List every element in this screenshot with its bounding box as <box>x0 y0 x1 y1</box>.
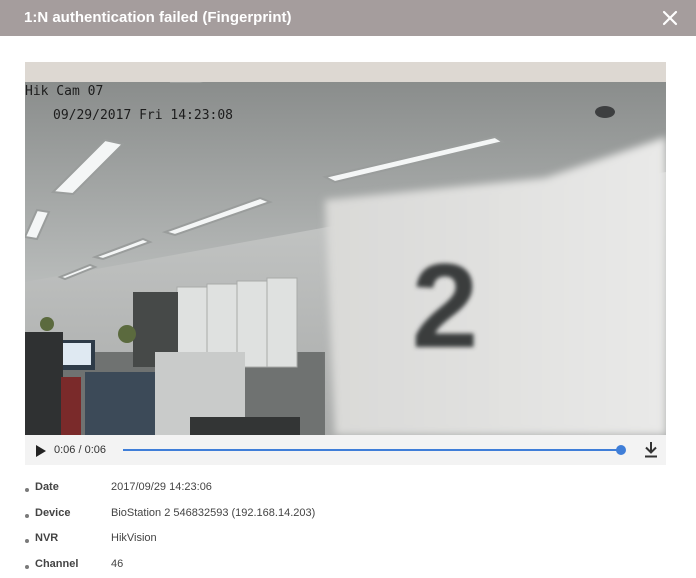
detail-row-nvr: NVR HikVision <box>25 530 666 556</box>
progress-thumb[interactable] <box>616 445 626 455</box>
detail-value: HikVision <box>111 532 157 545</box>
dialog-header: 1:N authentication failed (Fingerprint) <box>0 0 696 36</box>
camera-snapshot: 2 Hik Cam 07 09/29/2017 Fri 14:23:08 <box>25 82 666 435</box>
detail-value: 2017/09/29 14:23:06 <box>111 481 212 493</box>
detail-label: Date <box>35 481 59 493</box>
event-details: Date 2017/09/29 14:23:06 Device BioStati… <box>25 479 666 578</box>
detail-row-date: Date 2017/09/29 14:23:06 <box>25 479 666 505</box>
play-icon[interactable] <box>35 444 47 457</box>
video-controls: 0:06 / 0:06 <box>25 435 666 465</box>
dialog-title: 1:N authentication failed (Fingerprint) <box>24 9 292 26</box>
camera-timestamp-overlay: 09/29/2017 Fri 14:23:08 <box>53 108 233 123</box>
progress-bar[interactable] <box>123 445 626 455</box>
detail-row-channel: Channel 46 <box>25 556 666 578</box>
detail-value: 46 <box>111 557 124 570</box>
close-icon[interactable] <box>660 8 680 28</box>
camera-name-overlay: Hik Cam 07 <box>25 84 103 99</box>
time-display: 0:06 / 0:06 <box>54 444 106 456</box>
detail-label: Channel <box>35 557 79 570</box>
video-player[interactable]: 2 Hik Cam 07 09/29/2017 Fri 14:23:08 <box>25 62 666 435</box>
bullet <box>25 488 29 492</box>
progress-fill <box>123 449 621 451</box>
bullet <box>25 539 29 544</box>
download-icon[interactable] <box>644 442 658 458</box>
bullet <box>25 513 29 518</box>
detail-label: Device <box>35 506 71 519</box>
card-number: 2 <box>412 239 479 373</box>
bullet <box>25 564 29 569</box>
detail-label: NVR <box>35 532 59 545</box>
detail-value: BioStation 2 546832593 (192.168.14.203) <box>111 506 316 519</box>
detail-row-device: Device BioStation 2 546832593 (192.168.1… <box>25 505 666 531</box>
